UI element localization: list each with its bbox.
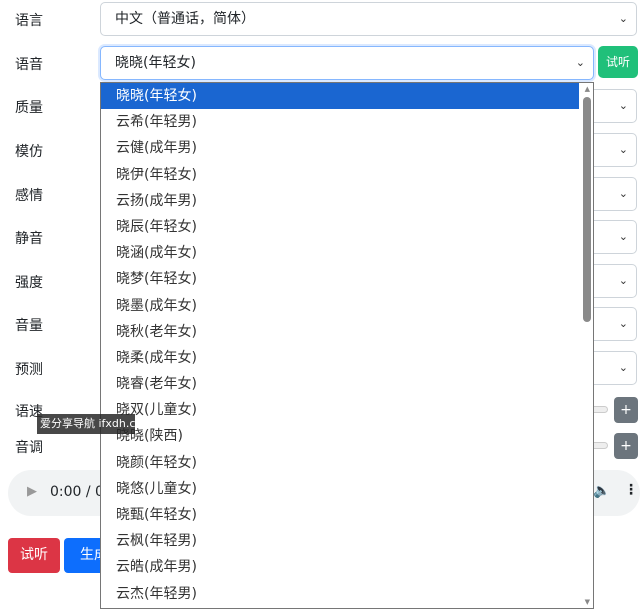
voice-option[interactable]: 晓双(儿童女): [101, 397, 593, 423]
chevron-down-icon: ⌄: [618, 99, 628, 112]
mute-label: 静音: [15, 231, 43, 247]
quality-label: 质量: [15, 100, 43, 116]
voice-option[interactable]: 晓柔(成年女): [101, 345, 593, 371]
voice-option[interactable]: 晓晓(年轻女): [101, 83, 579, 110]
emotion-label: 感情: [15, 188, 43, 204]
voice-select[interactable]: 晓晓(年轻女) ⌄: [100, 46, 594, 80]
voice-option[interactable]: 晓涵(成年女): [101, 240, 593, 266]
voice-option[interactable]: 晓晓(陕西): [101, 423, 593, 449]
chevron-down-icon: ⌄: [618, 12, 628, 25]
language-value: 中文（普通话，简体）: [115, 11, 255, 27]
volume-label: 音量: [15, 318, 43, 334]
chevron-down-icon: ⌄: [618, 361, 628, 374]
voice-label: 语音: [15, 57, 43, 73]
rate-plus-button[interactable]: +: [614, 397, 638, 423]
watermark: 爱分享导航 ifxdh.com: [37, 414, 135, 434]
language-label: 语言: [15, 13, 43, 29]
voice-option[interactable]: 晓伊(年轻女): [101, 162, 593, 188]
chevron-down-icon: ⌄: [618, 317, 628, 330]
scroll-up-icon[interactable]: ▲: [585, 85, 590, 93]
voice-option[interactable]: 云枫(年轻男): [101, 528, 593, 554]
more-icon[interactable]: ⋮: [624, 482, 638, 498]
chevron-down-icon: ⌄: [618, 230, 628, 243]
voice-option[interactable]: 晓秋(老年女): [101, 319, 593, 345]
voice-option[interactable]: 晓睿(老年女): [101, 371, 593, 397]
voice-option[interactable]: 晓悠(儿童女): [101, 476, 593, 502]
try-button[interactable]: 试听: [8, 538, 60, 573]
intensity-label: 强度: [15, 275, 43, 291]
pitch-label: 音调: [15, 440, 43, 456]
preset-label: 预测: [15, 362, 43, 378]
voice-option[interactable]: 云杰(年轻男): [101, 581, 593, 607]
imitate-label: 模仿: [15, 144, 43, 160]
scrollbar[interactable]: [583, 97, 591, 322]
scroll-down-icon[interactable]: ▼: [585, 598, 590, 606]
language-select[interactable]: 中文（普通话，简体） ⌄: [100, 2, 637, 36]
voice-option[interactable]: 晓辰(年轻女): [101, 214, 593, 240]
chevron-down-icon: ⌄: [575, 56, 585, 69]
volume-icon[interactable]: 🔈: [593, 483, 610, 499]
voice-option[interactable]: 云皓(成年男): [101, 554, 593, 580]
chevron-down-icon: ⌄: [618, 143, 628, 156]
voice-option[interactable]: 云希(年轻男): [101, 109, 593, 135]
voice-option[interactable]: 云健(成年男): [101, 135, 593, 161]
voice-value: 晓晓(年轻女): [115, 55, 196, 71]
voice-option[interactable]: 晓梦(年轻女): [101, 266, 593, 292]
chevron-down-icon: ⌄: [618, 274, 628, 287]
voice-try-button[interactable]: 试听: [598, 46, 638, 78]
chevron-down-icon: ⌄: [618, 187, 628, 200]
pitch-plus-button[interactable]: +: [614, 433, 638, 459]
play-icon[interactable]: ▶: [27, 484, 37, 499]
voice-option[interactable]: 晓颜(年轻女): [101, 450, 593, 476]
voice-option[interactable]: 云扬(成年男): [101, 188, 593, 214]
voice-dropdown-list[interactable]: 晓晓(年轻女) 云希(年轻男) 云健(成年男) 晓伊(年轻女) 云扬(成年男) 晓辰(年轻…: [100, 82, 594, 609]
voice-option[interactable]: 晓甄(年轻女): [101, 502, 593, 528]
voice-option[interactable]: 晓墨(成年女): [101, 293, 593, 319]
